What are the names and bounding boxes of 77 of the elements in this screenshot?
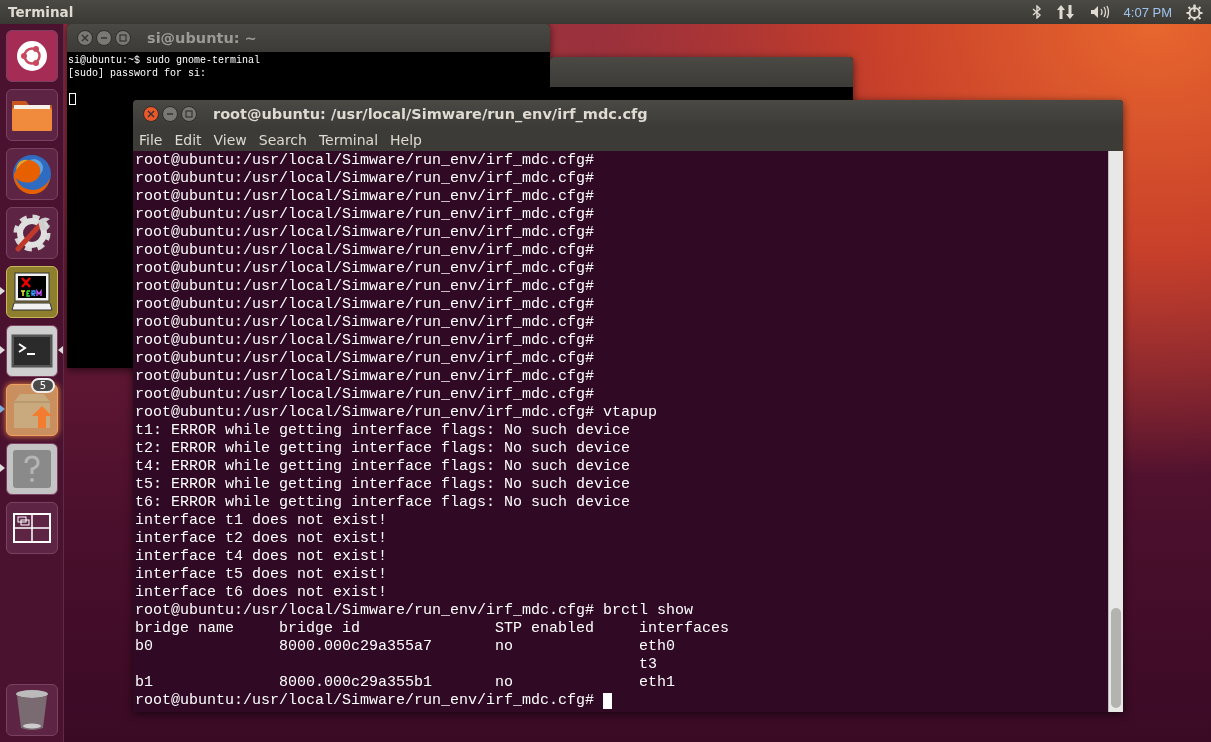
terminal-icon — [9, 333, 54, 369]
terminal-line: t2: ERROR while getting interface flags: No such device — [135, 440, 631, 458]
terminal-line: root@ubuntu:/usr/local/Simware/run_env/irf_mdc.cfg# brctl show — [135, 602, 694, 620]
question-mark-icon — [11, 449, 52, 489]
clock[interactable]: 4:07 PM — [1123, 4, 1172, 20]
close-icon — [81, 34, 89, 42]
settings-launcher[interactable] — [5, 207, 58, 259]
minimize-icon — [100, 34, 108, 42]
terminal-line: root@ubuntu:/usr/local/Simware/run_env/irf_mdc.cfg# — [135, 260, 595, 278]
dash-button[interactable] — [5, 30, 58, 82]
maximize-button[interactable] — [115, 30, 131, 46]
terminal-line: t4: ERROR while getting interface flags: No such device — [135, 458, 631, 476]
bluetooth-icon[interactable] — [1031, 5, 1042, 19]
network-icon[interactable] — [1055, 4, 1076, 20]
close-button[interactable] — [77, 30, 93, 46]
terminal-line: interface t1 does not exist! — [135, 512, 388, 530]
terminal-line: interface t4 does not exist! — [135, 548, 388, 566]
minimize-icon — [166, 110, 174, 118]
workspace-switcher[interactable] — [5, 502, 58, 554]
firefox-launcher[interactable] — [5, 148, 58, 200]
terminal-line: interface t6 does not exist! — [135, 584, 388, 602]
terminal-line: si@ubuntu:~$ sudo gnome-terminal — [68, 54, 262, 67]
power-icon[interactable] — [1186, 3, 1203, 21]
maximize-button[interactable] — [181, 106, 197, 122]
terminal-line: root@ubuntu:/usr/local/Simware/run_env/irf_mdc.cfg# — [135, 368, 595, 386]
terminal-launcher[interactable] — [5, 325, 58, 377]
terminal-line: root@ubuntu:/usr/local/Simware/run_env/irf_mdc.cfg# — [135, 692, 595, 710]
terminal-line: t5: ERROR while getting interface flags: No such device — [135, 476, 631, 494]
terminal-line: root@ubuntu:/usr/local/Simware/run_env/irf_mdc.cfg# — [135, 224, 595, 242]
menu-item[interactable]: View — [207, 131, 253, 148]
terminal-line: root@ubuntu:/usr/local/Simware/run_env/irf_mdc.cfg# — [135, 170, 595, 188]
menu-item[interactable]: Search — [252, 131, 313, 148]
terminal-line: root@ubuntu:/usr/local/Simware/run_env/irf_mdc.cfg# — [135, 350, 595, 368]
terminal-line: b0 8000.000c29a355a7 no eth0 — [135, 638, 676, 656]
help-launcher[interactable] — [5, 443, 58, 495]
scrollbar[interactable] — [1108, 151, 1123, 712]
terminal-line: root@ubuntu:/usr/local/Simware/run_env/irf_mdc.cfg# — [135, 188, 595, 206]
trash-launcher[interactable] — [5, 684, 58, 736]
xterm-launcher[interactable] — [5, 266, 58, 318]
workspaces-icon — [12, 513, 51, 543]
minimize-button[interactable] — [96, 30, 112, 46]
terminal-line: root@ubuntu:/usr/local/Simware/run_env/irf_mdc.cfg# — [135, 386, 595, 404]
menu-item[interactable]: Help — [384, 131, 428, 148]
terminal-line: b1 8000.000c29a355b1 no eth1 — [135, 674, 676, 692]
window-title: si@ubuntu: ~ — [147, 30, 257, 46]
close-icon — [147, 110, 155, 118]
maximize-icon — [185, 110, 193, 118]
computer-icon — [9, 270, 54, 314]
terminal-line: t1: ERROR while getting interface flags: No such device — [135, 422, 631, 440]
terminal-line: root@ubuntu:/usr/local/Simware/run_env/irf_mdc.cfg# — [135, 242, 595, 260]
terminal-line: root@ubuntu:/usr/local/Simware/run_env/irf_mdc.cfg# — [135, 152, 595, 170]
close-button[interactable] — [143, 106, 159, 122]
terminal-line: t3 — [638, 656, 658, 674]
terminal-line: t6: ERROR while getting interface flags: No such device — [135, 494, 631, 512]
window-title: root@ubuntu: /usr/local/Simware/run_env/irf_mdc.cfg — [213, 106, 648, 122]
files-launcher[interactable] — [5, 89, 58, 141]
ubuntu-logo-icon — [15, 40, 48, 72]
terminal-line: root@ubuntu:/usr/local/Simware/run_env/irf_mdc.cfg# — [135, 296, 595, 314]
scroll-thumb[interactable] — [1111, 608, 1121, 708]
menu-item[interactable]: Edit — [168, 131, 208, 148]
terminal-line: root@ubuntu:/usr/local/Simware/run_env/irf_mdc.cfg# vtapup — [135, 404, 658, 422]
terminal-line: interface t5 does not exist! — [135, 566, 388, 584]
menu-item[interactable]: Terminal — [312, 131, 385, 148]
maximize-icon — [119, 34, 127, 42]
terminal-line: root@ubuntu:/usr/local/Simware/run_env/irf_mdc.cfg# — [135, 332, 595, 350]
terminal-line: root@ubuntu:/usr/local/Simware/run_env/irf_mdc.cfg# — [135, 278, 595, 296]
terminal-line: root@ubuntu:/usr/local/Simware/run_env/irf_mdc.cfg# — [135, 314, 595, 332]
menu-item[interactable]: File — [133, 131, 169, 148]
volume-icon[interactable] — [1089, 5, 1110, 19]
terminal-line: bridge name bridge id STP enabled interfaces — [135, 620, 730, 638]
text-cursor — [603, 693, 613, 709]
app-title: Terminal — [8, 4, 74, 20]
terminal-line: [sudo] password for si: — [68, 67, 208, 80]
text-cursor — [69, 93, 76, 105]
terminal-line: root@ubuntu:/usr/local/Simware/run_env/irf_mdc.cfg# — [135, 206, 595, 224]
minimize-button[interactable] — [162, 106, 178, 122]
terminal-line: interface t2 does not exist! — [135, 530, 388, 548]
